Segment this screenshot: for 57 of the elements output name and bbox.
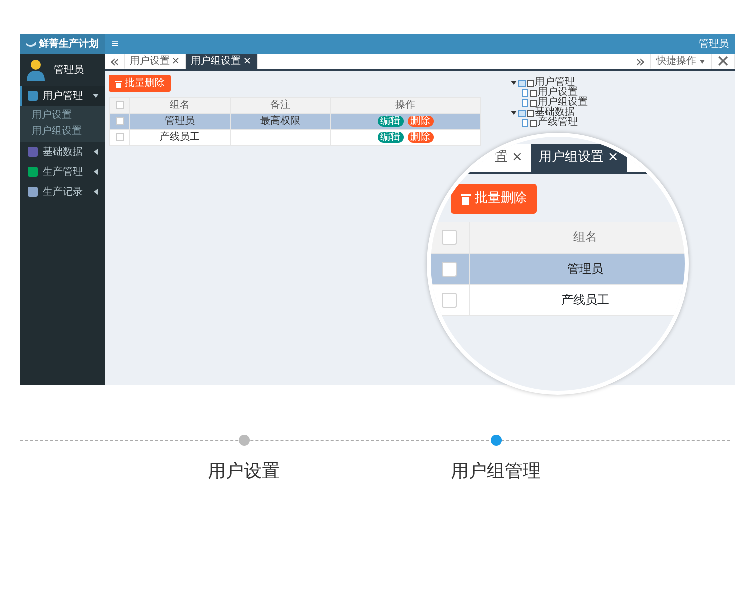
sidebar-subitem[interactable]: 用户组设置 [20, 124, 105, 140]
checkbox[interactable] [530, 100, 537, 106]
sidebar-item[interactable]: 生产记录 [20, 182, 105, 202]
column-header: 备注 [230, 98, 331, 114]
folder-icon [518, 79, 526, 87]
table-cell: 最高权限 [260, 116, 300, 127]
chevron-icon [93, 93, 99, 99]
step-dot[interactable] [490, 435, 502, 446]
table-cell: 管理员 [130, 114, 230, 130]
close-icon[interactable]: × [608, 148, 619, 168]
avatar-icon [26, 59, 46, 81]
chevron-icon [93, 169, 99, 175]
folder-icon [518, 109, 526, 117]
close-icon[interactable]: × [243, 54, 252, 69]
tree-label[interactable]: 基础数据 [535, 108, 575, 118]
tree-label[interactable]: 用户设置 [538, 88, 578, 98]
tree-label[interactable]: 用户管理 [535, 78, 575, 88]
table-row[interactable]: 产线员工 编辑 删除 [110, 130, 480, 146]
sidebar-item[interactable]: 用户管理 [20, 86, 105, 106]
next-tab-button[interactable]: » [630, 54, 651, 69]
sidebar-item[interactable]: 生产管理 [20, 162, 105, 182]
checkbox[interactable] [527, 110, 534, 116]
edit-button[interactable]: 编辑 [378, 116, 404, 127]
trash-icon [461, 193, 471, 205]
column-header: 组名 [469, 222, 685, 253]
edit-button[interactable]: 编辑 [378, 132, 404, 143]
sidebar-subitem[interactable]: 用户设置 [20, 108, 105, 124]
tree-label[interactable]: 产线管理 [538, 118, 578, 128]
tab[interactable]: 用户组设置 × [530, 144, 627, 172]
user-name: 管理员 [54, 64, 84, 78]
chevron-icon [93, 189, 99, 195]
tab[interactable]: 用户组设置 × [186, 54, 258, 69]
menu-toggle[interactable]: ≡ [111, 36, 120, 52]
table-cell: 产线员工 [130, 130, 230, 146]
checkbox[interactable] [527, 80, 534, 86]
tree-label[interactable]: 用户组设置 [538, 98, 588, 108]
step-label[interactable]: 用户设置 [208, 458, 280, 485]
close-icon[interactable]: × [172, 54, 180, 69]
checkbox[interactable] [530, 90, 537, 96]
wave-icon [26, 41, 36, 47]
quick-ops-menu[interactable]: 快捷操作 [650, 54, 712, 69]
close-icon[interactable]: × [512, 148, 523, 168]
table-row[interactable]: 管理员 最高权限 编辑 删除 [110, 114, 480, 130]
trash-icon [115, 80, 122, 88]
app-title: 鲜菁生产计划 [39, 38, 99, 52]
checkbox[interactable] [530, 120, 537, 126]
column-header: 组名 [130, 98, 230, 114]
chevron-icon [93, 149, 99, 155]
file-icon [521, 119, 529, 127]
step-dot[interactable] [238, 435, 250, 446]
close-button[interactable]: ✕ [712, 54, 735, 69]
user-name[interactable]: 管理员 [699, 36, 729, 52]
prev-tab-button[interactable]: « [105, 54, 125, 69]
column-header: 操作 [330, 98, 480, 114]
step-label[interactable]: 用户组管理 [451, 458, 541, 485]
sidebar-item[interactable]: 基础数据 [20, 142, 105, 162]
caret-icon [700, 60, 705, 64]
